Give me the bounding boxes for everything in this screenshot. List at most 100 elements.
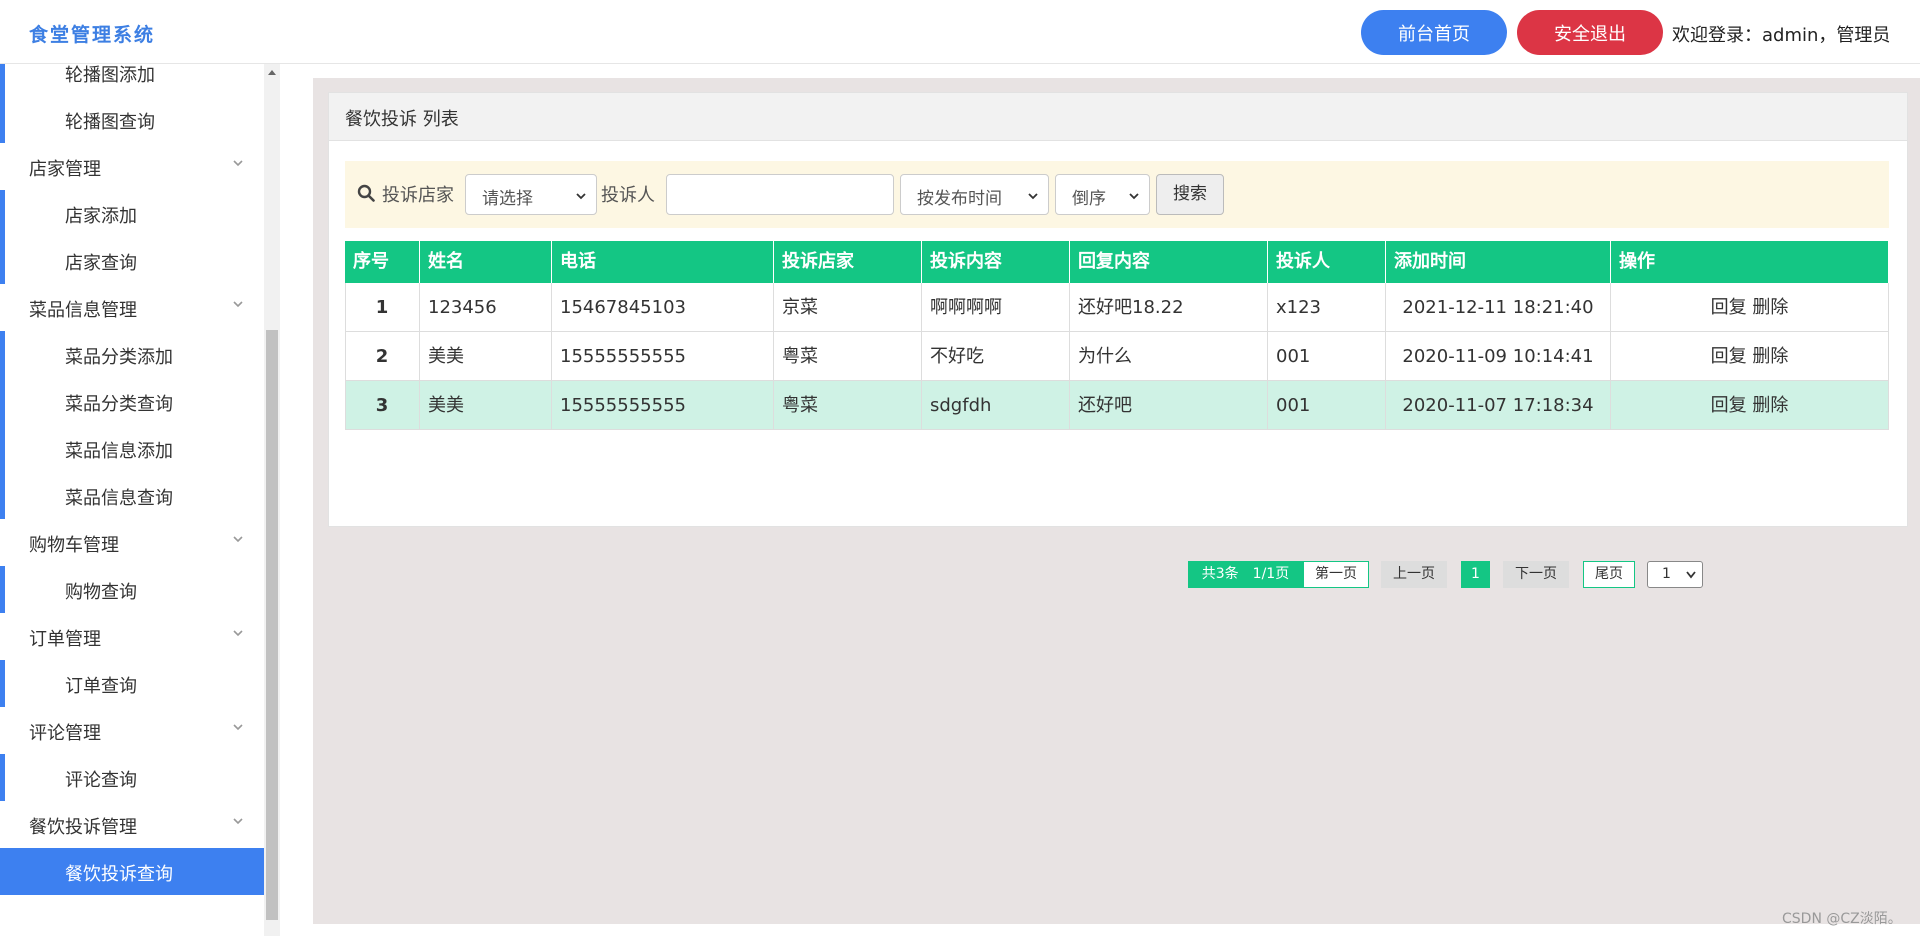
sort-field-value: 按发布时间: [917, 189, 1002, 209]
cell-name: 美美: [420, 381, 552, 430]
sidebar-scroll-thumb[interactable]: [266, 330, 278, 920]
table-row: 2 美美 15555555555 粤菜 不好吃 为什么 001 2020-11-09 10:1…: [345, 332, 1889, 381]
table-header-cell: 操作: [1611, 241, 1889, 283]
table-header-cell: 投诉店家: [774, 241, 922, 283]
first-page-button[interactable]: 第一页: [1303, 561, 1369, 588]
sidebar-item-label: 订单查询: [65, 676, 137, 697]
delete-link[interactable]: 删除: [1752, 395, 1788, 416]
sidebar-item[interactable]: 菜品信息查询: [0, 472, 264, 519]
cell-name: 美美: [420, 332, 552, 381]
cell-content: sdgfdh: [922, 381, 1070, 430]
sidebar-item[interactable]: 菜品分类添加: [0, 331, 264, 378]
store-select[interactable]: 请选择: [465, 174, 597, 215]
chevron-down-icon: [1028, 193, 1038, 200]
reply-link[interactable]: 回复: [1711, 346, 1747, 367]
sidebar-group[interactable]: 订单管理: [0, 613, 264, 660]
frontend-home-button[interactable]: 前台首页: [1361, 10, 1507, 55]
sidebar-item[interactable]: 轮播图查询: [0, 96, 264, 143]
chevron-down-icon: [576, 193, 586, 200]
page-select[interactable]: 1: [1647, 561, 1703, 588]
current-page-button[interactable]: 1: [1461, 561, 1490, 588]
logout-button[interactable]: 安全退出: [1517, 10, 1663, 55]
sidebar-group[interactable]: 菜品信息管理: [0, 284, 264, 331]
search-icon: [357, 184, 375, 202]
cell-complainant: x123: [1268, 283, 1386, 332]
next-page-button[interactable]: 下一页: [1503, 561, 1569, 588]
table-header-cell: 电话: [552, 241, 774, 283]
chevron-down-icon: [233, 724, 243, 731]
cell-phone: 15555555555: [552, 381, 774, 430]
app-title: 食堂管理系统: [29, 24, 156, 46]
sidebar-group[interactable]: 餐饮投诉管理: [0, 801, 264, 848]
sidebar-item[interactable]: 餐饮投诉查询: [0, 848, 264, 895]
sidebar-item[interactable]: 菜品信息添加: [0, 425, 264, 472]
sidebar-item[interactable]: 购物查询: [0, 566, 264, 613]
cell-actions: 回复 删除: [1611, 381, 1889, 430]
top-header: 食堂管理系统 前台首页 安全退出 欢迎登录：admin，管理员: [0, 0, 1920, 64]
sidebar-item[interactable]: 评论查询: [0, 754, 264, 801]
sidebar-item-label: 菜品信息查询: [65, 488, 173, 509]
sidebar-group[interactable]: 店家管理: [0, 143, 264, 190]
sidebar-item[interactable]: 订单查询: [0, 660, 264, 707]
table-header-cell: 姓名: [420, 241, 552, 283]
sidebar-item-indicator: [0, 331, 5, 378]
panel-header: 餐饮投诉 列表: [329, 93, 1907, 141]
sidebar-group[interactable]: 购物车管理: [0, 519, 264, 566]
cell-no: 3: [345, 381, 420, 430]
sidebar-item[interactable]: 菜品分类查询: [0, 378, 264, 425]
store-filter-label: 投诉店家: [382, 185, 454, 206]
sidebar-item-indicator: [0, 848, 5, 895]
sidebar-item-label: 店家管理: [29, 159, 101, 180]
sidebar-item[interactable]: 轮播图添加: [0, 64, 264, 96]
sort-order-select[interactable]: 倒序: [1055, 174, 1150, 215]
delete-link[interactable]: 删除: [1752, 297, 1788, 318]
cell-reply: 还好吧18.22: [1070, 283, 1268, 332]
cell-name: 123456: [420, 283, 552, 332]
table-header-cell: 投诉内容: [922, 241, 1070, 283]
sidebar: 轮播图添加轮播图查询店家管理店家添加店家查询菜品信息管理菜品分类添加 菜品分类查询…: [0, 64, 264, 936]
complaint-list-panel: 餐饮投诉 列表 投诉店家 请选择 投诉人 按发布时间 倒序 搜索 序号 姓名 电话投…: [328, 92, 1908, 588]
watermark: CSDN @CZ淡陌。: [1782, 911, 1902, 927]
pagination-info: 共3条 1/1页: [1188, 561, 1303, 588]
reply-link[interactable]: 回复: [1711, 395, 1747, 416]
sidebar-item-indicator: [0, 378, 5, 425]
last-page-button[interactable]: 尾页: [1583, 561, 1635, 588]
sidebar-item-indicator: [0, 566, 5, 613]
cell-no: 2: [345, 332, 420, 381]
chevron-down-icon: [233, 160, 243, 167]
cell-reply: 还好吧: [1070, 381, 1268, 430]
cell-complainant: 001: [1268, 332, 1386, 381]
prev-page-button[interactable]: 上一页: [1381, 561, 1447, 588]
panel-title: 餐饮投诉 列表: [345, 109, 459, 130]
sidebar-item-label: 店家查询: [65, 253, 137, 274]
table-header-cell: 回复内容: [1070, 241, 1268, 283]
search-bar: 投诉店家 请选择 投诉人 按发布时间 倒序 搜索: [345, 161, 1889, 228]
scroll-up-icon[interactable]: [268, 70, 276, 75]
cell-actions: 回复 删除: [1611, 332, 1889, 381]
table-header-cell: 添加时间: [1386, 241, 1611, 283]
reply-link[interactable]: 回复: [1711, 297, 1747, 318]
sidebar-item[interactable]: 店家查询: [0, 237, 264, 284]
search-button[interactable]: 搜索: [1156, 174, 1224, 215]
table-header-row: 序号 姓名 电话 投诉店家 投诉内容 回复内容 投诉人 添加时间 操作: [345, 241, 1889, 283]
chevron-down-icon: [233, 536, 243, 543]
sidebar-item-label: 轮播图添加: [65, 65, 155, 86]
sidebar-item-indicator: [0, 425, 5, 472]
sidebar-item[interactable]: 店家添加: [0, 190, 264, 237]
chevron-down-icon: [233, 301, 243, 308]
cell-store: 京菜: [774, 283, 922, 332]
cell-store: 粤菜: [774, 332, 922, 381]
cell-phone: 15467845103: [552, 283, 774, 332]
complainant-label: 投诉人: [601, 185, 655, 206]
delete-link[interactable]: 删除: [1752, 346, 1788, 367]
cell-actions: 回复 删除: [1611, 283, 1889, 332]
sidebar-item-label: 菜品信息管理: [29, 300, 137, 321]
cell-content: 不好吃: [922, 332, 1070, 381]
complainant-input[interactable]: [666, 174, 894, 215]
sidebar-group[interactable]: 评论管理: [0, 707, 264, 754]
table-row: 1 123456 15467845103 京菜 啊啊啊啊 还好吧18.22 x123 2021…: [345, 283, 1889, 332]
cell-phone: 15555555555: [552, 332, 774, 381]
chevron-down-icon: [1129, 193, 1139, 200]
sort-field-select[interactable]: 按发布时间: [900, 174, 1049, 215]
sidebar-item-label: 轮播图查询: [65, 112, 155, 133]
